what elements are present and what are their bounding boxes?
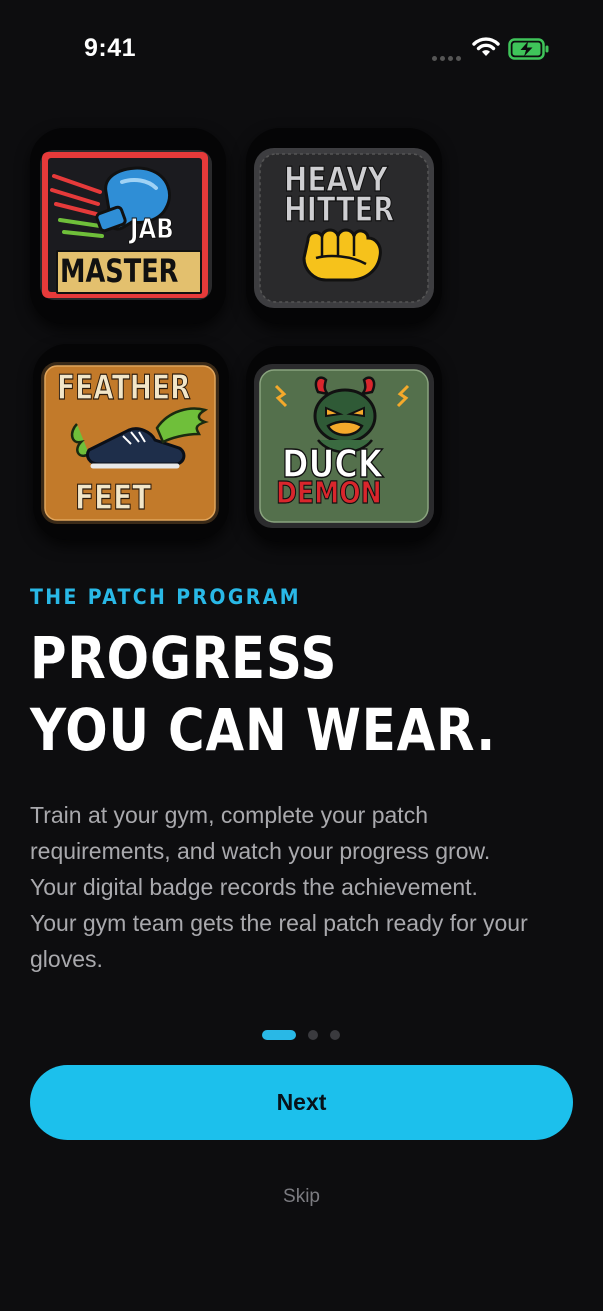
wifi-icon [472, 37, 500, 56]
patch-heavy-line2: HITTER [284, 189, 395, 230]
page-dot-2[interactable] [308, 1030, 318, 1040]
patch-jab-title: JAB [130, 212, 175, 246]
status-bar: 9:41 [0, 0, 603, 96]
next-button[interactable]: Next [30, 1065, 573, 1140]
page-title: PROGRESS YOU CAN WEAR. [30, 622, 496, 766]
headline-line-1: PROGRESS [30, 624, 338, 692]
headline-line-2: YOU CAN WEAR. [30, 696, 497, 764]
status-time: 9:41 [84, 34, 137, 62]
patch-jab-subtitle: MASTER [60, 252, 179, 290]
patch-jab-master: JAB MASTER [30, 128, 226, 324]
body-description: Train at your gym, complete your patch r… [30, 802, 528, 972]
skip-button[interactable]: Skip [0, 1186, 603, 1208]
patch-grid: JAB MASTER HEAVY HITTER FEATHER FEET DUC… [30, 128, 444, 544]
fist-icon [302, 228, 382, 282]
eyebrow-label: THE PATCH PROGRAM [30, 585, 301, 609]
page-dot-3[interactable] [330, 1030, 340, 1040]
page-dot-1[interactable] [262, 1030, 296, 1040]
patch-duck-demon: DUCK DEMON [246, 346, 442, 542]
battery-charging-icon [508, 38, 549, 60]
patch-duck-line2: DEMON [275, 475, 382, 511]
patch-heavy-hitter: HEAVY HITTER [246, 128, 442, 324]
patch-feather-line2: FEET [75, 477, 152, 518]
winged-shoe-icon [70, 407, 209, 469]
signal-dots-icon [432, 48, 464, 66]
patch-feather-feet: FEATHER FEET [33, 344, 229, 540]
